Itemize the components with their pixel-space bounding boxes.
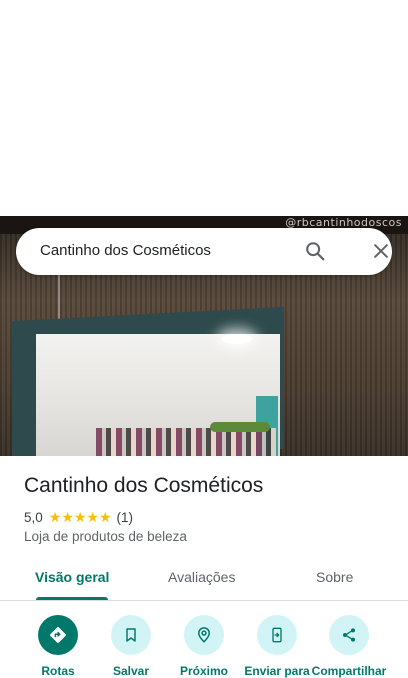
directions-label: Rotas [41, 664, 75, 678]
review-count[interactable]: (1) [117, 510, 134, 525]
tab-overview[interactable]: Visão geral [35, 569, 109, 585]
nearby-icon [184, 615, 224, 655]
bookmark-icon [111, 615, 151, 655]
tab-bar: Visão geral Avaliações Sobre [0, 560, 408, 600]
share-button[interactable]: Compartilhar [309, 615, 389, 678]
rating-row[interactable]: 5,0 ★★★★★ (1) [24, 509, 133, 526]
send-to-phone-label: Enviar para [244, 664, 310, 678]
rating-value: 5,0 [24, 510, 43, 525]
rating-stars: ★★★★★ [48, 509, 112, 525]
send-to-phone-button[interactable]: Enviar para [237, 615, 317, 678]
photo-plants [210, 422, 270, 432]
nearby-label: Próximo [179, 664, 228, 678]
place-category: Loja de produtos de beleza [24, 529, 187, 544]
save-button[interactable]: Salvar [91, 615, 171, 678]
share-icon [329, 615, 369, 655]
share-label: Compartilhar [311, 664, 387, 678]
close-icon[interactable] [371, 241, 391, 261]
search-bar[interactable]: Cantinho dos Cosméticos [16, 228, 392, 275]
place-title: Cantinho dos Cosméticos [24, 474, 264, 497]
tab-about[interactable]: Sobre [316, 569, 353, 585]
map-area-blank [0, 0, 408, 216]
send-to-phone-icon [257, 615, 297, 655]
search-input[interactable]: Cantinho dos Cosméticos [40, 242, 211, 259]
save-label: Salvar [112, 664, 150, 678]
search-icon[interactable] [304, 240, 326, 262]
tabs-divider [0, 600, 408, 601]
photo-shelf [96, 428, 276, 456]
directions-icon [38, 615, 78, 655]
directions-button[interactable]: Rotas [18, 615, 98, 678]
photo-lamp [222, 334, 252, 344]
nearby-button[interactable]: Próximo [164, 615, 244, 678]
tab-reviews[interactable]: Avaliações [168, 569, 235, 585]
